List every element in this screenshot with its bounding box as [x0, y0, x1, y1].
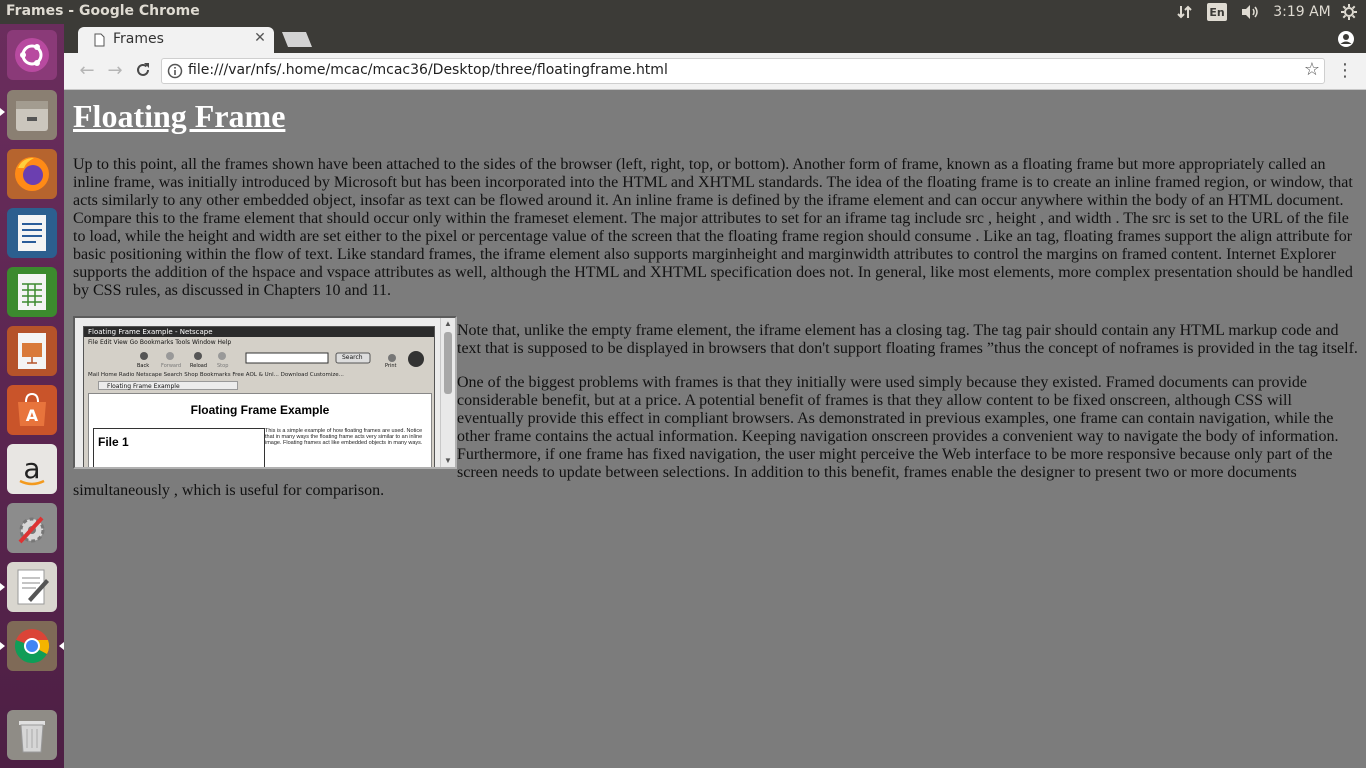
firefox-icon[interactable]	[7, 149, 57, 199]
forward-arrow-icon[interactable]: →	[105, 61, 125, 81]
info-icon[interactable]	[167, 63, 183, 79]
netscape-inner-frame: File 1	[93, 428, 265, 467]
netscape-search-button: Search	[342, 354, 363, 361]
paragraph-intro: Up to this point, all the frames shown h…	[73, 156, 1353, 299]
chrome-icon[interactable]	[7, 621, 57, 671]
scroll-thumb[interactable]	[444, 332, 452, 394]
url-text[interactable]: file:///var/nfs/.home/mcac/mcac36/Deskto…	[188, 62, 668, 78]
menu-kebab-icon[interactable]: ⋮	[1336, 61, 1354, 81]
trash-icon[interactable]	[7, 710, 57, 760]
ubuntu-dash-icon[interactable]	[7, 30, 57, 80]
launcher-running-indicator	[0, 583, 5, 591]
page-icon	[94, 32, 105, 47]
software-center-icon[interactable]: A	[7, 385, 57, 435]
launcher-running-indicator	[0, 108, 5, 116]
page-content: Floating Frame Up to this point, all the…	[64, 90, 1366, 768]
amazon-icon[interactable]: a	[7, 444, 57, 494]
system-settings-icon[interactable]	[7, 503, 57, 553]
reload-icon[interactable]	[133, 61, 153, 81]
libreoffice-impress-icon[interactable]	[7, 326, 57, 376]
netscape-personal-toolbar: Mail Home Radio Netscape Search Shop Boo…	[88, 372, 344, 378]
netscape-back-label: Back	[137, 363, 150, 369]
text-editor-icon[interactable]	[7, 562, 57, 612]
files-icon[interactable]	[7, 90, 57, 140]
svg-text:a: a	[23, 452, 40, 485]
libreoffice-writer-icon[interactable]	[7, 208, 57, 258]
float-region: Floating Frame Example - Netscape File E…	[73, 316, 1359, 500]
netscape-menubar: File Edit View Go Bookmarks Tools Window…	[88, 339, 232, 346]
netscape-reload-label: Reload	[190, 363, 208, 369]
netscape-navbar: Back Forward Reload Stop Search Print	[88, 349, 430, 369]
netscape-side-text: This is a simple example of how floating…	[265, 428, 423, 446]
tab-title: Frames	[113, 31, 164, 47]
libreoffice-calc-icon[interactable]	[7, 267, 57, 317]
page-heading: Floating Frame	[73, 98, 286, 134]
tab-close-icon[interactable]: ✕	[252, 30, 268, 46]
netscape-file-label: File 1	[98, 435, 129, 449]
netscape-print-label: Print	[385, 363, 397, 369]
scroll-up-arrow-icon[interactable]: ▲	[441, 318, 455, 330]
system-gear-icon[interactable]	[1338, 0, 1360, 24]
network-arrows-icon[interactable]	[1174, 0, 1196, 24]
input-language-indicator[interactable]: En	[1207, 3, 1227, 21]
floating-frame-image[interactable]: Floating Frame Example - Netscape File E…	[73, 316, 457, 469]
netscape-page-heading: Floating Frame Example	[190, 403, 330, 417]
scroll-down-arrow-icon[interactable]: ▼	[441, 455, 455, 467]
window-title: Frames - Google Chrome	[6, 3, 200, 19]
iframe-scrollbar[interactable]: ▲ ▼	[440, 318, 455, 467]
svg-text:A: A	[26, 406, 39, 425]
launcher: A a	[0, 24, 64, 768]
new-tab-button[interactable]	[282, 32, 312, 47]
netscape-window-screenshot: Floating Frame Example - Netscape File E…	[83, 326, 435, 467]
launcher-running-indicator	[0, 642, 5, 650]
back-arrow-icon[interactable]: ←	[77, 61, 97, 81]
bookmark-star-icon[interactable]: ☆	[1303, 61, 1321, 79]
netscape-tab: Floating Frame Example	[98, 381, 238, 390]
system-top-bar: Frames - Google Chrome En 3:19 AM	[0, 0, 1366, 24]
tab-frames[interactable]	[78, 27, 274, 53]
netscape-content: Floating Frame Example File 1 This is a …	[88, 393, 432, 467]
netscape-stop-label: Stop	[217, 363, 229, 369]
clock[interactable]: 3:19 AM	[1272, 0, 1332, 24]
profile-icon[interactable]	[1336, 29, 1356, 49]
volume-icon[interactable]	[1237, 0, 1263, 24]
netscape-title: Floating Frame Example - Netscape	[84, 327, 434, 337]
netscape-forward-label: Forward	[161, 363, 182, 369]
